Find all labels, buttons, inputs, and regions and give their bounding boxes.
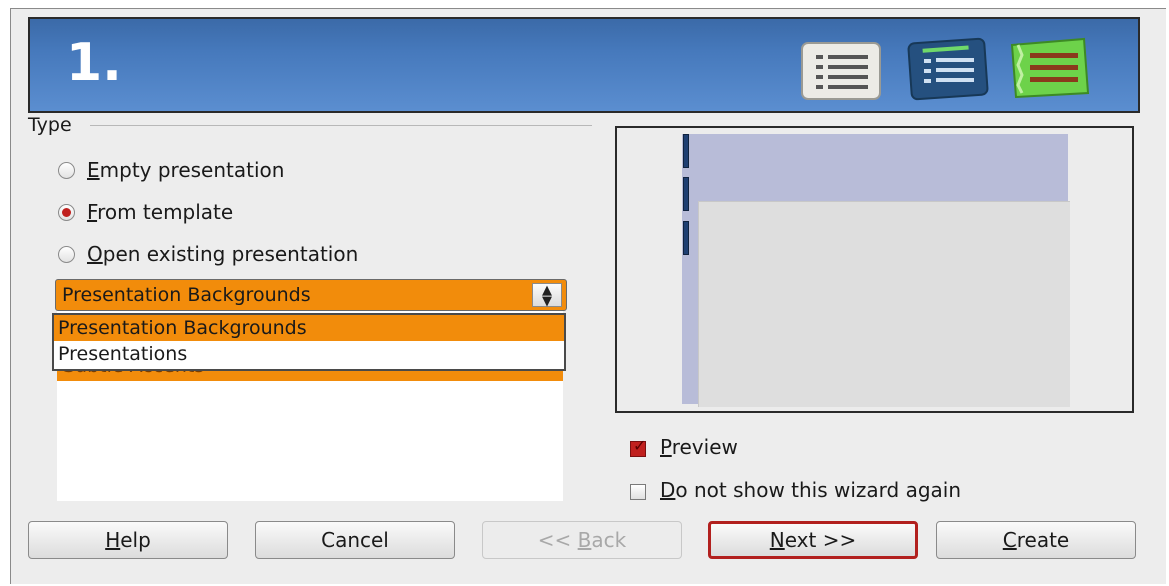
dropdown-item-presentation-backgrounds[interactable]: Presentation Backgrounds xyxy=(54,315,564,341)
dropdown-item-presentations[interactable]: Presentations xyxy=(54,341,564,367)
create-button[interactable]: Create xyxy=(936,521,1136,559)
step-title: 1. xyxy=(66,33,122,93)
no-show-checkbox[interactable] xyxy=(630,484,646,500)
preview-marker xyxy=(683,221,689,255)
template-category-combo[interactable]: Presentation Backgrounds ▲ ▼ xyxy=(55,279,567,311)
preview-marker xyxy=(683,134,689,168)
type-group-label: Type xyxy=(28,114,72,136)
radio-empty-presentation[interactable]: Empty presentation xyxy=(58,155,284,185)
radio-button[interactable] xyxy=(58,161,75,179)
no-show-checkbox-row[interactable]: Do not show this wizard again xyxy=(630,475,961,505)
next-button[interactable]: Next >> xyxy=(708,521,918,559)
radio-button[interactable] xyxy=(58,245,75,263)
wizard-step-banner: 1. xyxy=(28,17,1140,113)
category-dropdown-list[interactable]: Presentation Backgrounds Presentations xyxy=(52,313,566,371)
combo-selected-value: Presentation Backgrounds xyxy=(62,284,311,306)
back-button[interactable]: << Back xyxy=(482,521,682,559)
radio-label: Open existing presentation xyxy=(87,242,359,266)
list-styled-icon xyxy=(1010,37,1090,99)
help-button[interactable]: Help xyxy=(28,521,228,559)
preview-marker xyxy=(683,177,689,211)
cancel-button[interactable]: Cancel xyxy=(255,521,455,559)
spin-arrows-icon[interactable]: ▲ ▼ xyxy=(532,283,562,308)
radio-label: From template xyxy=(87,200,234,224)
template-preview xyxy=(615,126,1134,413)
list-accent-icon xyxy=(907,37,989,101)
radio-open-existing[interactable]: Open existing presentation xyxy=(58,239,358,269)
preview-slide-content xyxy=(698,201,1070,407)
radio-button-checked[interactable] xyxy=(58,203,75,221)
no-show-checkbox-label: Do not show this wizard again xyxy=(660,478,962,502)
type-group-divider xyxy=(90,125,592,126)
list-view-icon xyxy=(801,42,881,100)
radio-label: Empty presentation xyxy=(87,158,285,182)
preview-checkbox-row[interactable]: Preview xyxy=(630,432,738,462)
preview-checkbox[interactable] xyxy=(630,436,646,457)
preview-checkbox-label: Preview xyxy=(660,435,738,459)
radio-from-template[interactable]: From template xyxy=(58,197,233,227)
